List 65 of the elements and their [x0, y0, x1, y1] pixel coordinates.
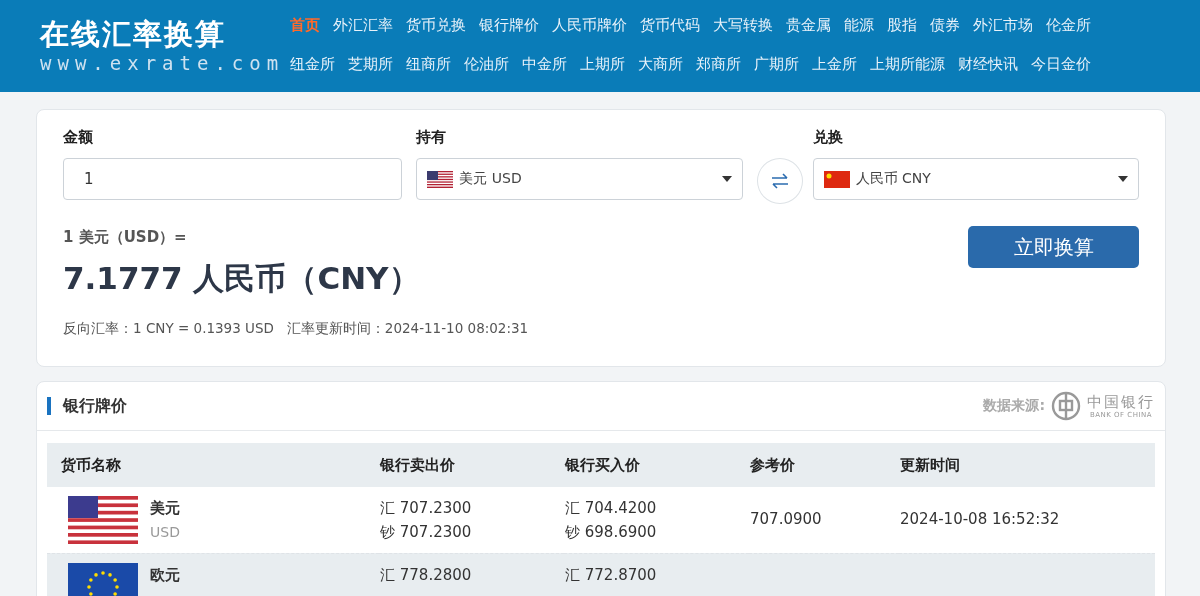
currency-name: 欧元: [150, 564, 180, 586]
nav-link[interactable]: 郑商所: [696, 53, 741, 75]
nav-link[interactable]: 货币兑换: [406, 14, 466, 36]
nav-link[interactable]: 股指: [887, 14, 917, 36]
nav-link[interactable]: 上期所能源: [870, 53, 945, 75]
column-header: 更新时间: [900, 455, 960, 474]
caret-icon: [721, 176, 732, 182]
currency-code: USD: [150, 523, 180, 542]
table-cell: 2024-10-08 16:52:32: [900, 510, 1060, 529]
table-cell-text: 汇 772.8700: [565, 564, 658, 586]
us-flag-icon: [427, 170, 454, 188]
column-header: 货币名称: [61, 455, 121, 474]
table-cell-text: 汇 704.4200: [565, 498, 658, 519]
source-label: 数据来源:: [983, 397, 1045, 415]
nav-link[interactable]: 财经快讯: [958, 53, 1018, 75]
nav-link[interactable]: 上金所: [812, 53, 857, 75]
currency-dropdown[interactable]: 人民币 CNY: [812, 158, 1139, 200]
table-cell-text: 汇 778.2800: [380, 564, 473, 586]
eu-flag-icon: [68, 562, 138, 596]
nav-link[interactable]: 外汇汇率: [333, 14, 393, 36]
nav-link[interactable]: 上期所: [580, 53, 625, 75]
nav-link[interactable]: 纽金所: [290, 53, 335, 75]
table-cell-text: 钞 707.2300: [380, 522, 473, 543]
site-url: www.exrate.com: [40, 52, 286, 74]
nav-link[interactable]: 大写转换: [713, 14, 773, 36]
site-logo[interactable]: 在线汇率换算: [40, 16, 286, 52]
cn-flag-icon: [823, 170, 850, 188]
column-header: 银行买入价: [565, 455, 640, 474]
nav-link[interactable]: 货币代码: [640, 14, 700, 36]
us-flag-icon: [68, 496, 138, 544]
bank-emblem-icon: [1051, 391, 1081, 421]
nav-link[interactable]: 人民币牌价: [552, 14, 627, 36]
nav-link[interactable]: 大商所: [638, 53, 683, 75]
section-title: 银行牌价: [47, 397, 127, 415]
rate-note: 反向汇率：1 CNY = 0.1393 USD 汇率更新时间：2024-11-10 08:02:31: [63, 320, 530, 338]
field-label: 金额: [63, 127, 94, 148]
nav-link[interactable]: 外汇市场: [973, 14, 1033, 36]
field-label: 兑换: [812, 127, 844, 148]
nav-link[interactable]: 纽商所: [406, 53, 451, 75]
nav-link[interactable]: 银行牌价: [479, 14, 539, 36]
currency-name: 美元: [150, 498, 180, 519]
nav-link[interactable]: 今日金价: [1031, 53, 1091, 75]
convert-button[interactable]: 立即换算: [968, 226, 1139, 268]
result-caption: 1 美元（USD）=: [63, 227, 188, 248]
bank-name: 中国银行: [1087, 392, 1155, 411]
table-cell: 707.0900: [750, 510, 822, 529]
table-cell-text: 钞 698.6900: [565, 522, 658, 543]
nav-link[interactable]: 中金所: [522, 53, 567, 75]
swap-arrows-icon: [769, 173, 790, 189]
swap-button[interactable]: [756, 158, 803, 204]
field-label: 持有: [416, 127, 448, 148]
table-cell-text: 汇 707.2300: [380, 498, 473, 519]
nav-link[interactable]: 能源: [844, 14, 874, 36]
nav-link[interactable]: 伦油所: [464, 53, 509, 75]
nav-link[interactable]: 债券: [930, 14, 960, 36]
nav-link[interactable]: 芝期所: [348, 53, 393, 75]
caret-icon: [1118, 176, 1128, 182]
column-header: 参考价: [750, 455, 795, 474]
nav-link[interactable]: 伦金所: [1046, 14, 1091, 36]
nav-link[interactable]: 贵金属: [786, 14, 831, 36]
column-header: 银行卖出价: [380, 455, 455, 474]
currency-dropdown[interactable]: 美元 USD: [416, 158, 743, 200]
amount-input[interactable]: 1: [63, 158, 403, 200]
result-value: 7.1777 人民币（CNY）: [63, 259, 420, 298]
nav-link[interactable]: 广期所: [754, 53, 799, 75]
